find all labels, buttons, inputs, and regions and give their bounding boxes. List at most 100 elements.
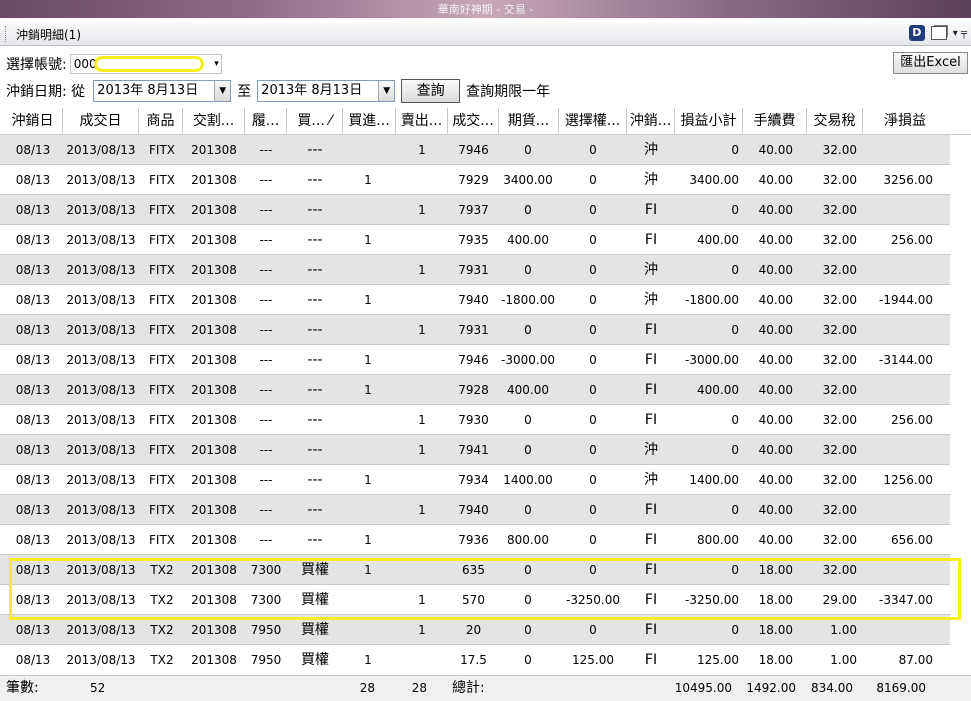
table-row[interactable]: 08/13 2013/08/13 TX2 201308 7950 買權 1 17.5 0 125.…: [0, 645, 950, 674]
account-label: 選擇帳號:: [6, 57, 67, 73]
cell-offset-type: 沖: [644, 292, 658, 308]
column-header-sell-qty[interactable]: 賣出...: [396, 108, 448, 135]
column-header-fee[interactable]: 手續費: [743, 108, 807, 135]
export-excel-button[interactable]: 匯出Excel: [893, 52, 968, 74]
column-header-strike[interactable]: 履...: [245, 108, 287, 135]
date-from-picker[interactable]: 2013年 8月13日 ▼: [93, 80, 232, 102]
cell-fee: 40.00: [758, 533, 793, 547]
cell-pl-subtotal: 0: [731, 503, 739, 517]
cell-pl-subtotal: -3000.00: [685, 353, 739, 367]
column-header-buy-qty[interactable]: 買進...: [343, 108, 396, 135]
cell-buy-qty: [343, 195, 393, 225]
column-header-trade-price[interactable]: 成交...: [448, 108, 499, 135]
column-header-option-pl[interactable]: 選擇權...: [559, 108, 627, 135]
cell-product: FITX: [149, 413, 175, 427]
cell-offset-type: FI: [644, 412, 658, 428]
account-select[interactable]: 000- ▾: [69, 54, 222, 74]
column-header-call-put[interactable]: 買... ⁄: [287, 108, 343, 135]
table-row[interactable]: 08/13 2013/08/13 FITX 201308 --- --- 1 7928 400.…: [0, 375, 950, 405]
cell-strike: ---: [259, 233, 273, 247]
cell-net-pl: 256.00: [891, 233, 933, 247]
column-header-delivery-month[interactable]: 交割...: [183, 108, 245, 135]
table-row[interactable]: 08/13 2013/08/13 FITX 201308 --- --- 1 7940 0 0 FI…: [0, 495, 950, 525]
cell-sell-qty: [396, 465, 448, 495]
d-logo-icon[interactable]: D: [908, 25, 925, 41]
cell-fee: 40.00: [758, 263, 793, 277]
cell-pl-subtotal: -1800.00: [685, 293, 739, 307]
cell-sell-qty: 1: [418, 263, 426, 277]
column-header-trade-date[interactable]: 成交日: [63, 108, 139, 135]
cell-offset-type: FI: [644, 382, 658, 398]
table-row[interactable]: 08/13 2013/08/13 FITX 201308 --- --- 1 7929 3400…: [0, 165, 950, 195]
cell-offset-date: 08/13: [15, 143, 51, 157]
column-header-futures-pl[interactable]: 期貨...: [499, 108, 559, 135]
column-header-product[interactable]: 商品: [139, 108, 183, 135]
cell-offset-type: FI: [644, 532, 658, 548]
cell-tax: 32.00: [822, 533, 857, 547]
cell-fee: 40.00: [758, 413, 793, 427]
float-window-icon[interactable]: [930, 26, 947, 40]
cell-pl-subtotal: 0: [731, 143, 739, 157]
cell-buy-qty: 1: [364, 353, 372, 367]
cell-delivery-month: 201308: [191, 413, 237, 427]
calendar-dropdown-icon[interactable]: ▼: [214, 81, 231, 101]
cell-call-put: ---: [307, 502, 323, 518]
cell-offset-date: 08/13: [15, 323, 51, 337]
cell-trade-price: 7946: [458, 353, 489, 367]
cell-net-pl: [863, 195, 933, 225]
buy-total: 28: [359, 681, 375, 695]
column-header-offset-date[interactable]: 沖銷日: [3, 108, 63, 135]
table-row[interactable]: 08/13 2013/08/13 FITX 201308 --- --- 1 7940 -180…: [0, 285, 950, 315]
date-to-picker[interactable]: 2013年 8月13日 ▼: [257, 80, 396, 102]
cell-offset-date: 08/13: [15, 173, 51, 187]
cell-futures-pl: 0: [524, 323, 532, 337]
cell-trade-price: 7930: [458, 413, 489, 427]
table-row[interactable]: 08/13 2013/08/13 FITX 201308 --- --- 1 7941 0 0 沖 0…: [0, 435, 950, 465]
cell-strike: 7950: [250, 653, 282, 667]
table-row[interactable]: 08/13 2013/08/13 FITX 201308 --- --- 1 7930 0 0 FI…: [0, 405, 950, 435]
cell-product: FITX: [149, 473, 175, 487]
table-row[interactable]: 08/13 2013/08/13 FITX 201308 --- --- 1 7935 400.…: [0, 225, 950, 255]
window-title: 華南好神期 - 交易 -: [437, 3, 534, 16]
column-header-pl-subtotal[interactable]: 損益小計: [675, 108, 743, 135]
column-header-net-pl[interactable]: 淨損益: [863, 108, 947, 135]
cell-sell-qty: 1: [418, 203, 426, 217]
cell-strike: ---: [259, 263, 273, 277]
cell-trade-date: 2013/08/13: [66, 503, 136, 517]
cell-futures-pl: 800.00: [507, 533, 549, 547]
cell-offset-date: 08/13: [15, 443, 51, 457]
drag-grip-icon[interactable]: [5, 26, 8, 42]
table-row[interactable]: 08/13 2013/08/13 FITX 201308 --- --- 1 7931 0 0 FI…: [0, 315, 950, 345]
cell-trade-price: 7936: [458, 533, 489, 547]
cell-delivery-month: 201308: [191, 353, 237, 367]
table-row[interactable]: 08/13 2013/08/13 FITX 201308 --- --- 1 7946 0 0 沖 0…: [0, 135, 950, 165]
column-header-offset-type[interactable]: 沖銷...: [627, 108, 675, 135]
cell-net-pl: [863, 435, 933, 465]
cell-delivery-month: 201308: [191, 323, 237, 337]
table-row[interactable]: 08/13 2013/08/13 FITX 201308 --- --- 1 7936 800.…: [0, 525, 950, 555]
cell-trade-price: 7935: [458, 233, 489, 247]
table-row[interactable]: 08/13 2013/08/13 FITX 201308 --- --- 1 7937 0 0 FI…: [0, 195, 950, 225]
cell-pl-subtotal: 0: [731, 323, 739, 337]
cell-buy-qty: [343, 255, 393, 285]
fee-total: 1492.00: [746, 681, 796, 695]
cell-fee: 40.00: [758, 353, 793, 367]
cell-sell-qty: [396, 345, 448, 375]
cell-offset-date: 08/13: [15, 233, 51, 247]
cell-pl-subtotal: 400.00: [697, 233, 739, 247]
cell-call-put: ---: [307, 382, 323, 398]
column-header-tax[interactable]: 交易稅: [807, 108, 863, 135]
pin-dropdown-icon[interactable]: ▾ ╤: [953, 28, 967, 39]
redaction-highlight: [93, 56, 204, 72]
table-row[interactable]: 08/13 2013/08/13 FITX 201308 --- --- 1 7946 -300…: [0, 345, 950, 375]
cell-pl-subtotal: 3400.00: [689, 173, 739, 187]
cell-fee: 40.00: [758, 323, 793, 337]
cell-trade-date: 2013/08/13: [66, 323, 136, 337]
cell-buy-qty: 1: [364, 383, 372, 397]
calendar-dropdown-icon[interactable]: ▼: [378, 81, 395, 101]
cell-pl-subtotal: 400.00: [697, 383, 739, 397]
cell-trade-date: 2013/08/13: [66, 143, 136, 157]
query-button[interactable]: 查詢: [401, 79, 461, 103]
table-row[interactable]: 08/13 2013/08/13 FITX 201308 --- --- 1 7934 1400…: [0, 465, 950, 495]
table-row[interactable]: 08/13 2013/08/13 FITX 201308 --- --- 1 7931 0 0 沖 0…: [0, 255, 950, 285]
